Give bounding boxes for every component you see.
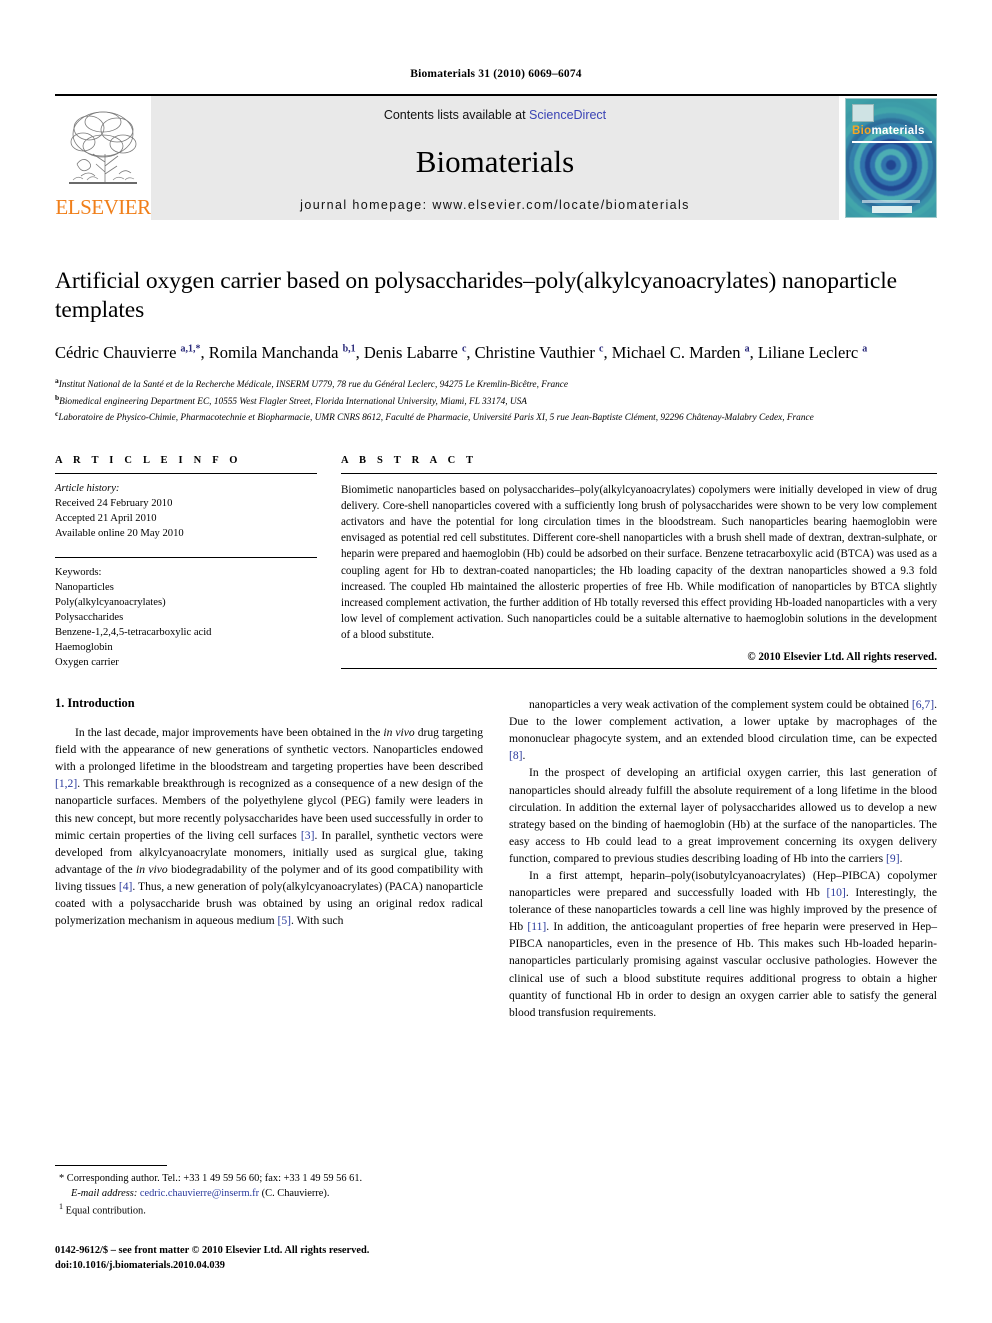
paragraph: In the last decade, major improvements h… <box>55 726 484 928</box>
keyword-item: Nanoparticles <box>55 581 114 593</box>
section-title-introduction: 1. Introduction <box>55 696 135 711</box>
cover-brand: Biomaterials <box>852 125 930 137</box>
page-title: Artificial oxygen carrier based on polys… <box>55 268 897 324</box>
title-block: Artificial oxygen carrier based on polys… <box>55 267 937 426</box>
affiliation-item: aInstitut National de la Santé et de la … <box>55 376 937 393</box>
keywords-label: Keywords: <box>55 566 102 578</box>
article-info-column: A R T I C L E I N F O Article history: R… <box>55 455 317 670</box>
keyword-item: Oxygen carrier <box>55 657 119 669</box>
paragraph: In a first attempt, heparin–poly(isobuty… <box>509 868 937 1019</box>
abstract-copyright: © 2010 Elsevier Ltd. All rights reserved… <box>747 650 937 663</box>
affiliation-text: Biomedical engineering Department EC, 10… <box>59 396 527 407</box>
masthead-center: Contents lists available at ScienceDirec… <box>151 96 839 220</box>
affiliation-list: aInstitut National de la Santé et de la … <box>55 376 937 426</box>
affiliation-text: Laboratoire de Physico-Chimie, Pharmacot… <box>58 413 814 424</box>
keywords-block: Keywords: Nanoparticles Poly(alkylcyanoa… <box>55 556 317 670</box>
paper-page: Biomaterials 31 (2010) 6069–6074 ELSEVIE… <box>0 0 992 1323</box>
contents-prefix: Contents lists available at <box>383 108 530 122</box>
keyword-item: Haemoglobin <box>55 641 113 653</box>
body-columns: 1. Introduction In the last decade, majo… <box>55 696 937 1021</box>
colophon-issn-line: 0142-9612/$ – see front matter © 2010 El… <box>55 1244 370 1256</box>
contents-available-line: Contents lists available at ScienceDirec… <box>151 108 839 122</box>
abstract-rule-bottom <box>341 667 937 669</box>
journal-homepage-line[interactable]: journal homepage: www.elsevier.com/locat… <box>151 198 839 212</box>
cover-publisher-mark <box>852 104 874 122</box>
paragraph: In the prospect of developing an artific… <box>509 766 937 865</box>
sciencedirect-link[interactable]: ScienceDirect <box>529 108 606 122</box>
colophon-doi-line[interactable]: doi:10.1016/j.biomaterials.2010.04.039 <box>55 1258 515 1273</box>
article-history: Article history: Received 24 February 20… <box>55 474 317 541</box>
elsevier-logo: ELSEVIER <box>55 96 151 220</box>
body-column-left: 1. Introduction In the last decade, majo… <box>55 696 483 1021</box>
article-history-item: Received 24 February 2010 <box>55 497 173 509</box>
colophon: 0142-9612/$ – see front matter © 2010 El… <box>55 1243 515 1273</box>
footnote-rule <box>55 1165 167 1167</box>
footnote-email[interactable]: E-mail address: cedric.chauvierre@inserm… <box>55 1186 496 1201</box>
journal-title: Biomaterials <box>415 143 575 179</box>
abstract-heading: A B S T R A C T <box>341 454 478 466</box>
cover-brand-part2: materials <box>871 125 925 137</box>
footnote-equal-contribution: 1 Equal contribution. <box>59 1202 146 1217</box>
author-list: Cédric Chauvierre a,1,*, Romila Manchand… <box>55 343 868 363</box>
footnote-corresponding-author: * Corresponding author. Tel.: +33 1 49 5… <box>59 1173 363 1185</box>
elsevier-wordmark: ELSEVIER <box>55 195 151 219</box>
cover-brand-part1: Bio <box>852 125 872 137</box>
footnotes-block: * Corresponding author. Tel.: +33 1 49 5… <box>55 1165 496 1219</box>
info-abstract-row: A R T I C L E I N F O Article history: R… <box>55 455 937 670</box>
journal-masthead: ELSEVIER Contents lists available at Sci… <box>55 94 937 220</box>
article-history-item: Accepted 21 April 2010 <box>55 512 157 524</box>
body-column-right: nanoparticles a very weak activation of … <box>509 696 937 1021</box>
affiliation-item: bBiomedical engineering Department EC, 1… <box>55 393 937 410</box>
article-history-item: Available online 20 May 2010 <box>55 527 184 539</box>
affiliation-item: cLaboratoire de Physico-Chimie, Pharmaco… <box>55 409 937 426</box>
article-history-label: Article history: <box>55 482 120 494</box>
paragraph: nanoparticles a very weak activation of … <box>509 698 937 763</box>
elsevier-tree-icon <box>69 111 137 184</box>
affiliation-text: Institut National de la Santé et de la R… <box>58 380 569 391</box>
keyword-item: Poly(alkylcyanoacrylates) <box>55 596 166 608</box>
running-head: Biomaterials 31 (2010) 6069–6074 <box>410 68 582 80</box>
keyword-item: Polysaccharides <box>55 611 124 623</box>
journal-cover-thumbnail: Biomaterials <box>845 96 937 220</box>
keyword-item: Benzene-1,2,4,5-tetracarboxylic acid <box>55 626 212 638</box>
article-info-heading: A R T I C L E I N F O <box>55 454 242 466</box>
abstract-column: A B S T R A C T Biomimetic nanoparticles… <box>341 455 937 670</box>
abstract-text: Biomimetic nanoparticles based on polysa… <box>341 483 937 642</box>
